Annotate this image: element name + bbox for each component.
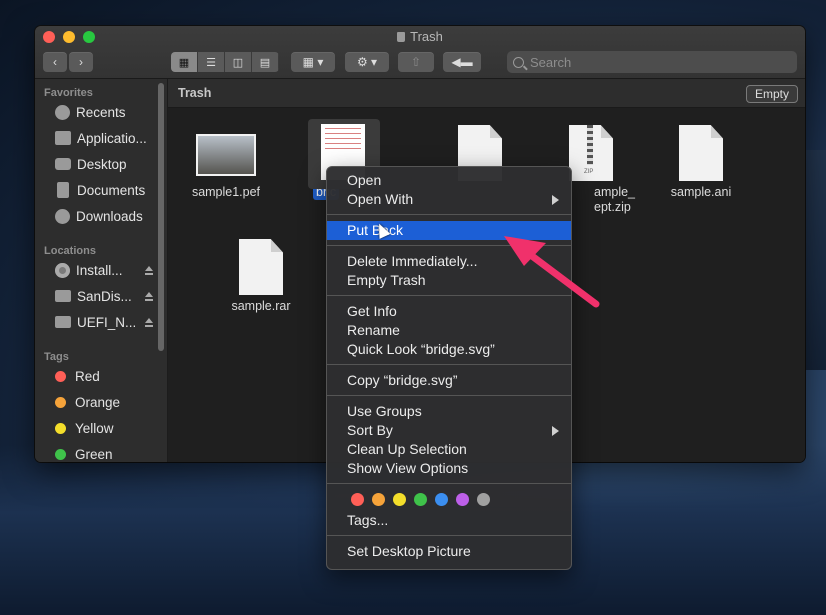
arrow-shaft: [520, 246, 600, 308]
annotation-arrow: [504, 236, 600, 308]
